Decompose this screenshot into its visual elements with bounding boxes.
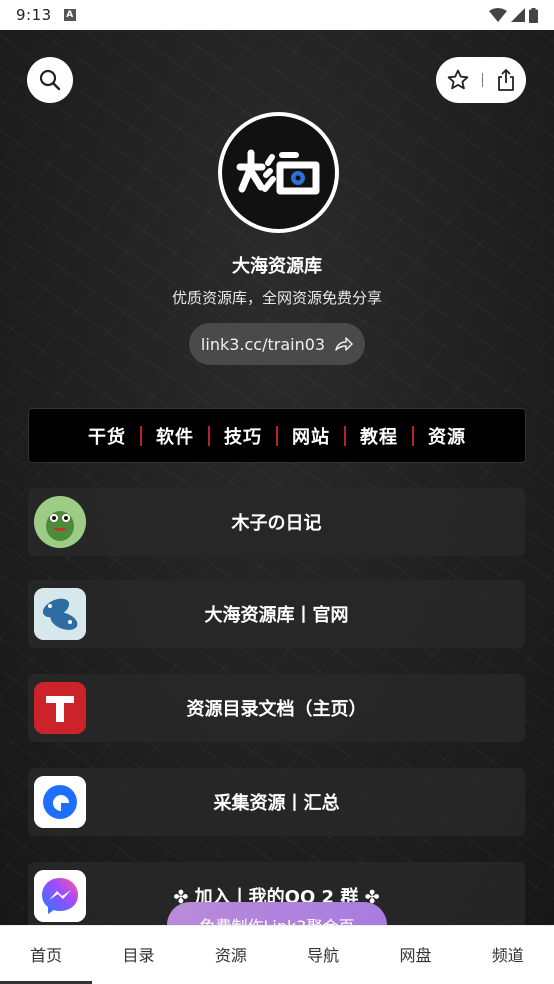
tab-cloud-drive[interactable]: 网盘 (369, 926, 461, 984)
tab-resources[interactable]: 资源 (185, 926, 277, 984)
banner-word: 资源 (428, 426, 466, 448)
link-card-label: 大海资源库丨官网 (204, 605, 349, 626)
messenger-icon (34, 870, 86, 922)
t-logo-icon (34, 682, 86, 734)
search-button[interactable] (27, 57, 73, 103)
signal-icon (511, 8, 525, 22)
action-button-group (436, 57, 526, 103)
link-card-official-site[interactable]: 大海资源库丨官网 (28, 580, 525, 648)
banner-word: 技巧 (224, 426, 262, 448)
search-icon (39, 69, 61, 91)
profile-description: 优质资源库，全网资源免费分享 (171, 289, 382, 307)
favorite-button[interactable] (446, 68, 470, 92)
banner-word: 教程 (360, 426, 398, 448)
link-card-label: 木子の日记 (231, 513, 322, 534)
profile-page: 大海资源库 优质资源库，全网资源免费分享 link3.cc/train03 干货… (0, 30, 554, 925)
create-link3-page-button[interactable]: 免费制作Link3聚合页 (167, 902, 387, 925)
star-icon (447, 69, 468, 90)
tab-home[interactable]: 首页 (0, 926, 93, 984)
action-divider (481, 73, 483, 87)
banner-word: 软件 (156, 426, 194, 448)
link-card-resource-directory[interactable]: 资源目录文档（主页） (28, 674, 525, 742)
share-button[interactable] (495, 68, 517, 92)
brand-logo-icon (236, 149, 319, 194)
status-time: 9:13 (16, 6, 52, 24)
tab-navigation[interactable]: 导航 (277, 926, 369, 984)
notification-icon: A (63, 9, 76, 21)
blue-ring-logo-icon (34, 776, 86, 828)
link-card-muzi-diary[interactable]: 木子の日记 (28, 488, 525, 556)
category-banner[interactable]: 干货 软件 技巧 网站 教程 资源 (28, 408, 526, 463)
banner-word: 干货 (88, 426, 126, 448)
link-card-label: 采集资源丨汇总 (213, 793, 340, 814)
banner-word: 网站 (292, 426, 330, 448)
wifi-icon (489, 8, 507, 22)
bottom-tab-bar: 首页 目录 资源 导航 网盘 频道 (0, 925, 554, 984)
status-icons (489, 7, 538, 23)
profile-link-button[interactable]: link3.cc/train03 (189, 323, 365, 365)
tab-channel[interactable]: 频道 (462, 926, 554, 984)
link-card-label: 资源目录文档（主页） (186, 699, 367, 720)
tab-directory[interactable]: 目录 (92, 926, 184, 984)
share-arrow-icon (335, 337, 353, 351)
battery-icon (529, 7, 538, 23)
share-icon (497, 69, 514, 91)
link-card-collection-summary[interactable]: 采集资源丨汇总 (28, 768, 525, 836)
profile-link-text: link3.cc/train03 (200, 334, 326, 354)
frog-avatar-icon (34, 496, 86, 548)
profile-avatar (218, 112, 339, 233)
status-bar: 9:13 A (0, 0, 554, 30)
fish-logo-icon (34, 588, 86, 640)
profile-name: 大海资源库 (232, 256, 322, 277)
